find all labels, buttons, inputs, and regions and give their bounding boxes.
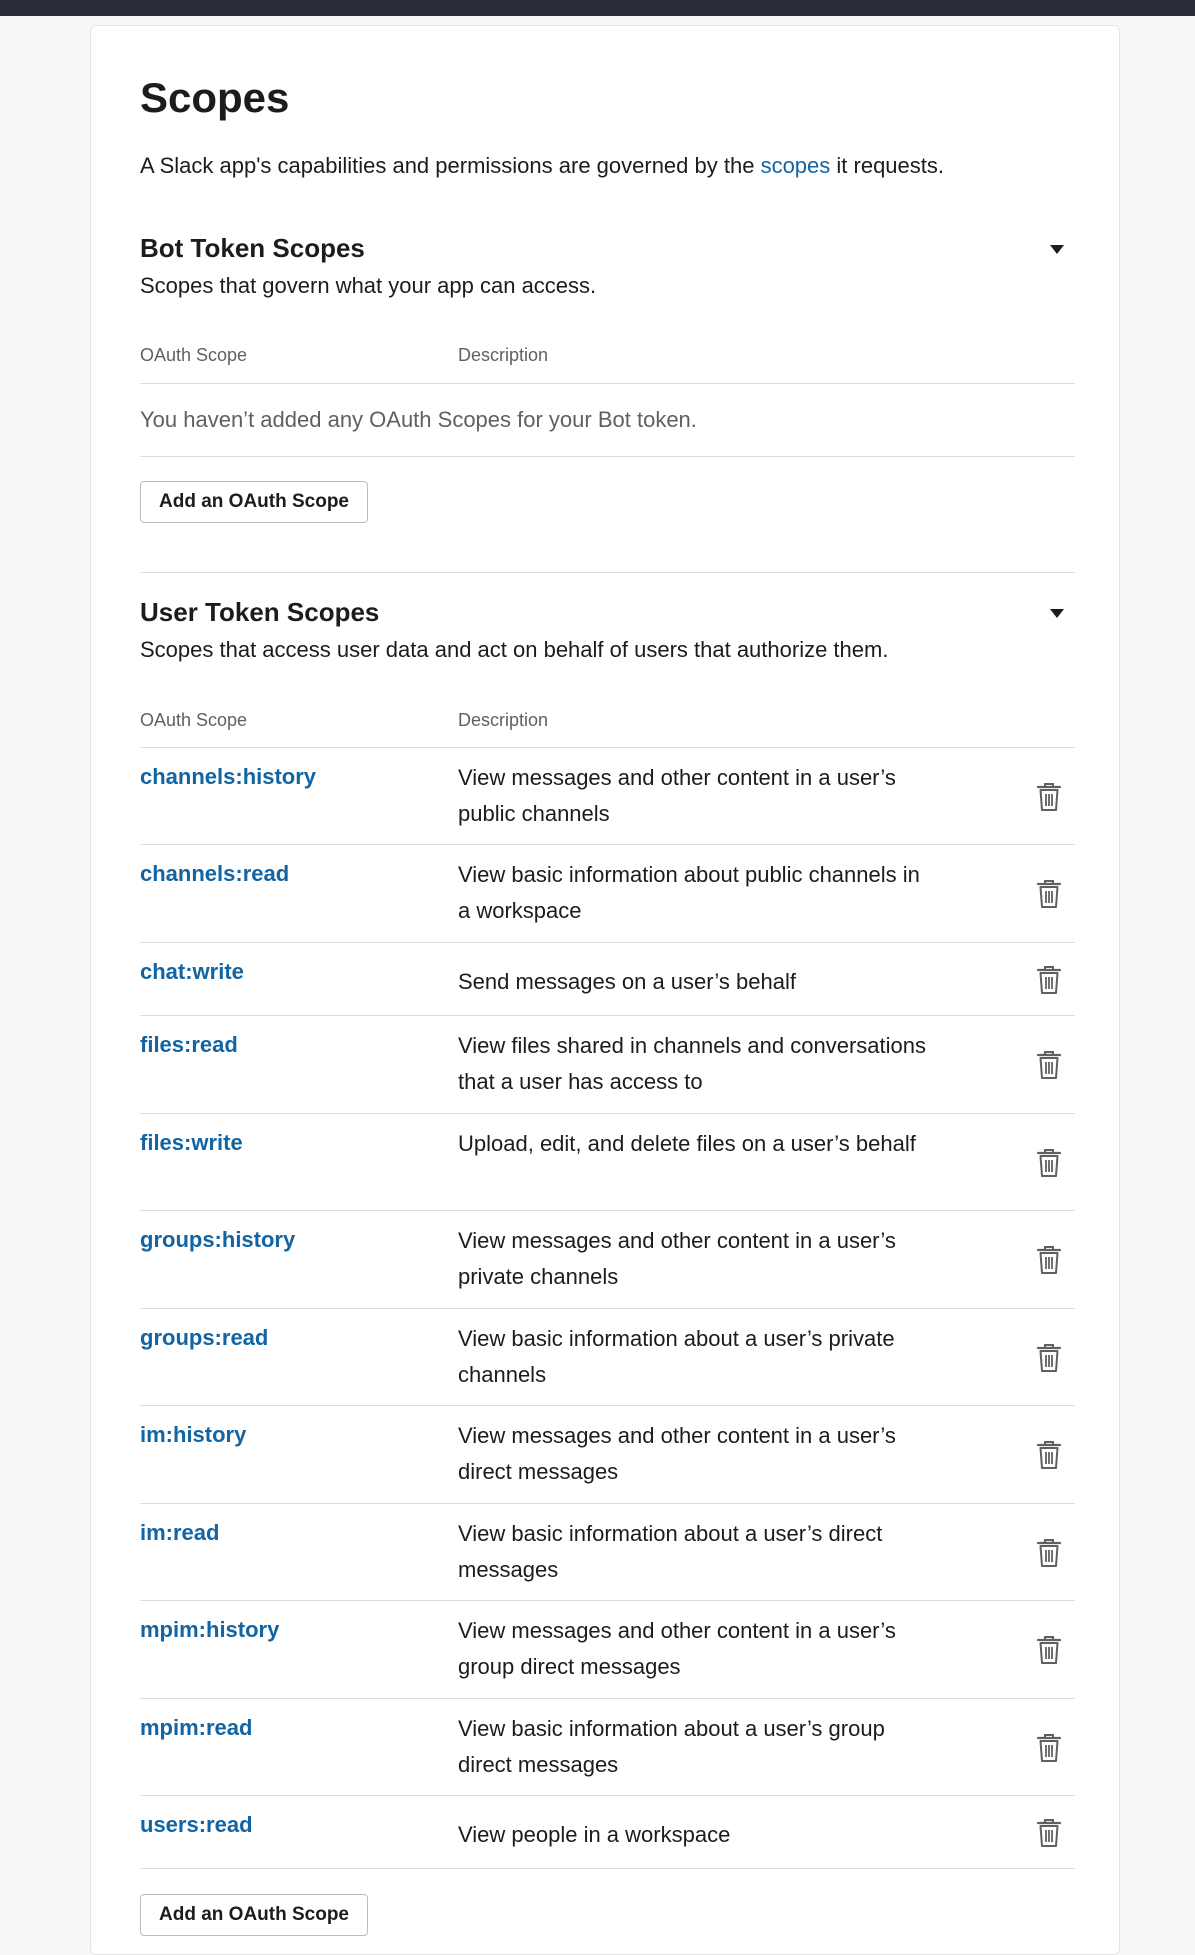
table-row: users:read View people in a workspace [140, 1796, 1075, 1869]
scope-name-link[interactable]: files:read [140, 1030, 238, 1061]
scope-name-link[interactable]: users:read [140, 1810, 253, 1841]
scope-description: View messages and other content in a use… [458, 765, 896, 826]
user-scopes-caret-down-icon[interactable] [1050, 609, 1064, 618]
scope-name-link[interactable]: channels:read [140, 859, 289, 890]
trash-icon[interactable] [1035, 1635, 1063, 1665]
scope-description: View files shared in channels and conver… [458, 1033, 926, 1094]
trash-icon[interactable] [1035, 965, 1063, 995]
scope-name-link[interactable]: mpim:read [140, 1713, 252, 1744]
user-col-oauth-scope: OAuth Scope [140, 710, 248, 730]
trash-icon[interactable] [1035, 1538, 1063, 1568]
row-divider [140, 1868, 1075, 1869]
table-row: im:read View basic information about a us… [140, 1504, 1075, 1601]
trash-icon[interactable] [1035, 879, 1063, 909]
intro-text-end: it requests. [830, 153, 944, 178]
trash-icon[interactable] [1035, 1440, 1063, 1470]
scopes-link[interactable]: scopes [761, 153, 831, 178]
scope-description: View people in a workspace [458, 1822, 731, 1847]
scope-name-link[interactable]: chat:write [140, 957, 244, 988]
trash-icon[interactable] [1035, 1245, 1063, 1275]
scope-description: View basic information about a user’s pr… [458, 1326, 895, 1387]
scope-description: Send messages on a user’s behalf [458, 969, 796, 994]
scopes-card: Scopes A Slack app's capabilities and pe… [90, 25, 1120, 1955]
table-row: groups:history View messages and other co… [140, 1211, 1075, 1309]
scope-description: Upload, edit, and delete files on a user… [458, 1131, 916, 1156]
trash-icon[interactable] [1035, 1050, 1063, 1080]
user-scopes-subtitle: Scopes that access user data and act on … [140, 637, 889, 662]
scope-description: View basic information about a user’s di… [458, 1521, 883, 1582]
table-row: files:read View files shared in channels … [140, 1016, 1075, 1114]
scope-name-link[interactable]: files:write [140, 1128, 243, 1159]
user-col-description: Description [458, 710, 549, 730]
section-divider [140, 572, 1075, 573]
bot-scopes-subtitle: Scopes that govern what your app can acc… [140, 273, 597, 298]
bot-scopes-caret-down-icon[interactable] [1050, 245, 1064, 254]
table-row: mpim:history View messages and other cont… [140, 1601, 1075, 1699]
scope-description: View messages and other content in a use… [458, 1618, 896, 1679]
trash-icon[interactable] [1035, 1818, 1063, 1848]
bot-empty-message: You haven’t added any OAuth Scopes for y… [140, 407, 697, 432]
table-row: im:history View messages and other conten… [140, 1406, 1075, 1504]
table-row: files:write Upload, edit, and delete file… [140, 1114, 1075, 1211]
bot-table-divider [140, 456, 1075, 457]
scope-name-link[interactable]: mpim:history [140, 1615, 279, 1646]
table-row: groups:read View basic information about … [140, 1309, 1075, 1406]
intro-text-start: A Slack app's capabilities and permissio… [140, 153, 761, 178]
bot-scopes-title: Bot Token Scopes [140, 233, 365, 263]
user-add-oauth-scope-button[interactable]: Add an OAuth Scope [140, 1894, 368, 1936]
scope-description: View basic information about public chan… [458, 862, 920, 923]
scope-name-link[interactable]: im:history [140, 1420, 246, 1451]
page-title: Scopes [140, 74, 290, 121]
scope-description: View messages and other content in a use… [458, 1423, 896, 1484]
bot-col-description: Description [458, 345, 549, 365]
bot-table-divider [140, 383, 1075, 384]
scope-name-link[interactable]: im:read [140, 1518, 219, 1549]
trash-icon[interactable] [1035, 1343, 1063, 1373]
trash-icon[interactable] [1035, 1733, 1063, 1763]
scope-name-link[interactable]: channels:history [140, 762, 316, 793]
table-row: channels:history View messages and other … [140, 748, 1075, 845]
intro-text: A Slack app's capabilities and permissio… [140, 151, 944, 182]
top-bar [0, 0, 1195, 16]
user-scopes-title: User Token Scopes [140, 597, 380, 627]
trash-icon[interactable] [1035, 782, 1063, 812]
bot-col-oauth-scope: OAuth Scope [140, 345, 248, 365]
scope-name-link[interactable]: groups:read [140, 1323, 268, 1354]
table-row: channels:read View basic information abou… [140, 845, 1075, 943]
scope-description: View basic information about a user’s gr… [458, 1716, 885, 1777]
table-row: mpim:read View basic information about a … [140, 1699, 1075, 1796]
bot-add-oauth-scope-button[interactable]: Add an OAuth Scope [140, 481, 368, 523]
table-row: chat:write Send messages on a user’s beha… [140, 943, 1075, 1016]
trash-icon[interactable] [1035, 1148, 1063, 1178]
scope-name-link[interactable]: groups:history [140, 1225, 295, 1256]
scope-description: View messages and other content in a use… [458, 1228, 896, 1289]
